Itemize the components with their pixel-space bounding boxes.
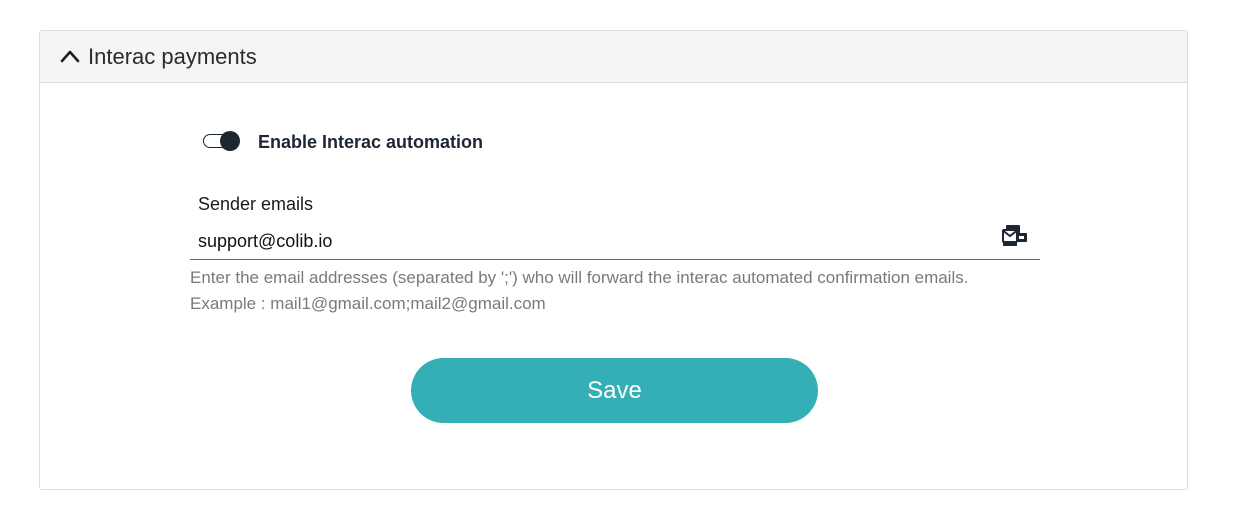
enable-interac-toggle[interactable] <box>202 131 240 151</box>
sender-emails-input[interactable] <box>190 224 1040 260</box>
email-multiple-icon[interactable] <box>1002 224 1028 248</box>
sender-emails-helper: Enter the email addresses (separated by … <box>190 265 1070 317</box>
toggle-knob <box>220 131 240 151</box>
interac-payments-panel: Interac payments Enable Interac automati… <box>39 30 1188 490</box>
panel-header[interactable]: Interac payments <box>40 31 1187 83</box>
helper-line-2: Example : mail1@gmail.com;mail2@gmail.co… <box>190 294 546 313</box>
save-button[interactable]: Save <box>411 358 818 423</box>
panel-title: Interac payments <box>88 44 257 69</box>
sender-emails-label: Sender emails <box>198 194 314 214</box>
chevron-up-icon[interactable] <box>60 49 80 63</box>
toggle-label: Enable Interac automation <box>258 132 484 152</box>
helper-line-1: Enter the email addresses (separated by … <box>190 268 969 287</box>
